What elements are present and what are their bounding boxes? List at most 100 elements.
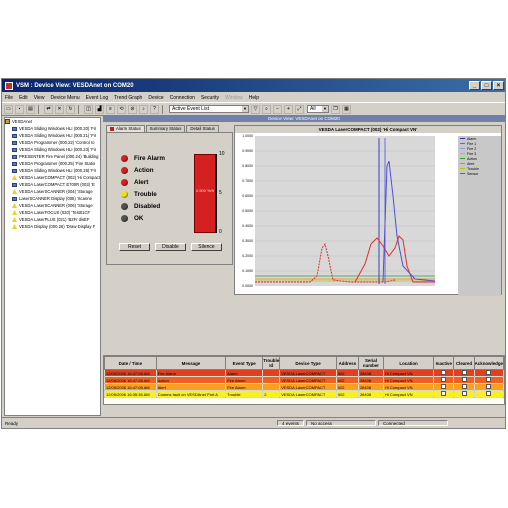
column-header[interactable]: Message — [155, 356, 227, 370]
device-tree[interactable]: VESDAnet VESDA Sliding Windows HLI (000.… — [4, 117, 101, 416]
row-checkbox[interactable] — [486, 370, 492, 375]
column-header[interactable]: Device Type — [279, 356, 337, 370]
row-checkbox[interactable] — [461, 377, 467, 382]
column-header[interactable]: Trouble Id — [262, 356, 281, 370]
menu-item-security[interactable]: Security — [198, 95, 222, 101]
tab-alarm-status[interactable]: Alarm Status — [106, 125, 145, 132]
chevron-down-icon: ▼ — [322, 106, 328, 112]
menu-item-window[interactable]: Window — [222, 95, 246, 101]
tile-icon[interactable]: ▦ — [342, 104, 351, 114]
tree-item[interactable]: VESDA LaserCOMPACT (002) 'Hi Compact — [5, 174, 100, 181]
tree-item[interactable]: VESDA LaserFOCUS (020) 'Test01CF — [5, 209, 100, 216]
status-label: Action — [134, 167, 154, 174]
column-header[interactable]: Inactive — [433, 356, 455, 370]
tab-summary-status[interactable]: Summary Status — [145, 125, 186, 132]
silence-icon[interactable]: ♪ — [139, 104, 148, 114]
open-icon[interactable]: ▭ — [4, 104, 13, 114]
maximize-button[interactable]: □ — [481, 81, 492, 90]
reset-button[interactable]: Reset — [119, 243, 150, 251]
column-header[interactable]: Event Type — [225, 356, 264, 370]
minimize-button[interactable]: _ — [469, 81, 480, 90]
column-header[interactable]: Cleared — [453, 356, 475, 370]
table-cell: 2 — [262, 390, 281, 398]
menu-item-trend-graph[interactable]: Trend Graph — [111, 95, 145, 101]
tree-item[interactable]: VESDA LaserCOMPACT E700R (003) 'E — [5, 181, 100, 188]
zoom-in-icon[interactable]: + — [284, 104, 293, 114]
tree-root[interactable]: VESDAnet — [5, 118, 100, 125]
tab-detail-status[interactable]: Detail Status — [186, 125, 219, 132]
column-header[interactable]: Location — [382, 356, 435, 370]
column-header[interactable]: Serial number — [357, 356, 384, 370]
log-icon[interactable]: ≡ — [106, 104, 115, 114]
tree-item[interactable]: LaserSCANNER Display (005) 'Scanne — [5, 195, 100, 202]
status-led-icon — [121, 203, 128, 210]
row-checkbox[interactable] — [441, 370, 447, 375]
fit-icon[interactable]: ⤢ — [295, 104, 304, 114]
status-action: Action — [121, 167, 154, 174]
event-log-table[interactable]: Date / Time Message Event Type Trouble Id De… — [103, 355, 505, 405]
tree-item[interactable]: VESDA LaserSCANNER (004) 'Storage — [5, 188, 100, 195]
column-header[interactable]: Acknowledge — [473, 356, 504, 370]
tree-item[interactable]: VESDA Display (000.26) 'Draw-Display F — [5, 223, 100, 230]
trend-graph[interactable]: VESDA LaserCOMPACT (002) 'Hi Compact VN'… — [234, 125, 502, 296]
row-checkbox[interactable] — [461, 384, 467, 389]
close-button[interactable]: × — [493, 81, 504, 90]
tree-item[interactable]: VESDA Sliding Windows HLI (000.21) 'Fir — [5, 132, 100, 139]
reset-icon[interactable]: ⟲ — [117, 104, 126, 114]
menu-item-file[interactable]: File — [2, 95, 16, 101]
table-cell: 12/05/2006 16:35:35 AM — [104, 390, 157, 398]
row-checkbox[interactable] — [461, 391, 467, 396]
tree-item[interactable]: VESDA Programmer (000.25) 'Fire Statio — [5, 160, 100, 167]
disconnect-icon[interactable]: ✕ — [55, 104, 64, 114]
zoom-select[interactable]: All ▼ — [307, 105, 329, 113]
plot-area[interactable] — [255, 136, 436, 286]
tree-item[interactable]: VESDA LaserSCANNER (006) 'Storage — [5, 202, 100, 209]
tree-item[interactable]: VESDA Programmer (000.22) 'Control ro — [5, 139, 100, 146]
row-checkbox[interactable] — [461, 370, 467, 375]
menu-item-edit[interactable]: Edit — [16, 95, 31, 101]
menu-item-connection[interactable]: Connection — [167, 95, 198, 101]
menu-item-device-menu[interactable]: Device Menu — [47, 95, 82, 101]
save-icon[interactable]: ▪ — [15, 104, 24, 114]
status-access: No access — [306, 420, 377, 426]
disable-icon[interactable]: ⊘ — [128, 104, 137, 114]
table-cell — [433, 383, 455, 391]
tree-item[interactable]: VESDA Sliding Windows HLI (000.26) 'Fir — [5, 167, 100, 174]
window-icon[interactable]: ❐ — [331, 104, 340, 114]
row-checkbox[interactable] — [486, 391, 492, 396]
table-row[interactable]: 12/05/2006 16:47:08 AM Alert Fire Alarm VES… — [104, 383, 504, 391]
row-checkbox[interactable] — [441, 377, 447, 382]
find-icon[interactable]: ⌕ — [262, 104, 271, 114]
silence-button[interactable]: Silence — [191, 243, 222, 251]
column-header[interactable]: Date / Time — [104, 356, 157, 370]
warning-icon — [12, 210, 17, 215]
row-checkbox[interactable] — [441, 391, 447, 396]
tree-item[interactable]: VESDA LaserPLUS (021) 'B2Fr disEF — [5, 216, 100, 223]
zoom-out-icon[interactable]: − — [273, 104, 282, 114]
row-checkbox[interactable] — [486, 377, 492, 382]
tree-item[interactable]: VESDA Sliding Windows HLI (000.23) 'Fir — [5, 146, 100, 153]
table-row[interactable]: 12/05/2006 16:35:35 AM Comms fault on VES… — [104, 390, 504, 398]
column-header[interactable]: Address — [335, 356, 359, 370]
tree-item[interactable]: VESDA Sliding Windows HLI (000.20) 'Fir — [5, 125, 100, 132]
row-checkbox[interactable] — [441, 384, 447, 389]
tree-item[interactable]: PRESENTER Fire Panel (000.24) 'Building — [5, 153, 100, 160]
disable-button[interactable]: Disable — [155, 243, 186, 251]
event-list-select[interactable]: Active Event List ▼ — [169, 105, 249, 113]
connect-icon[interactable]: ⇄ — [44, 104, 53, 114]
print-icon[interactable]: ▤ — [26, 104, 35, 114]
graph-icon[interactable]: ▟ — [95, 104, 104, 114]
view-icon[interactable]: ◫ — [84, 104, 93, 114]
table-row[interactable]: 12/05/2006 16:47:08 AM Fire Alarm Alarm VES… — [104, 369, 504, 377]
table-row[interactable]: 12/05/2006 16:47:08 AM Action Fire Alarm VE… — [104, 376, 504, 384]
filter-icon[interactable]: ▽ — [251, 104, 260, 114]
menu-item-view[interactable]: View — [31, 95, 48, 101]
trend-lines — [255, 138, 436, 284]
help-icon[interactable]: ? — [150, 104, 159, 114]
menu-item-event-log[interactable]: Event Log — [83, 95, 112, 101]
menu-item-help[interactable]: Help — [246, 95, 262, 101]
refresh-icon[interactable]: ↻ — [66, 104, 75, 114]
menu-item-device[interactable]: Device — [145, 95, 166, 101]
table-cell: Fire Alarm — [225, 383, 264, 391]
row-checkbox[interactable] — [486, 384, 492, 389]
